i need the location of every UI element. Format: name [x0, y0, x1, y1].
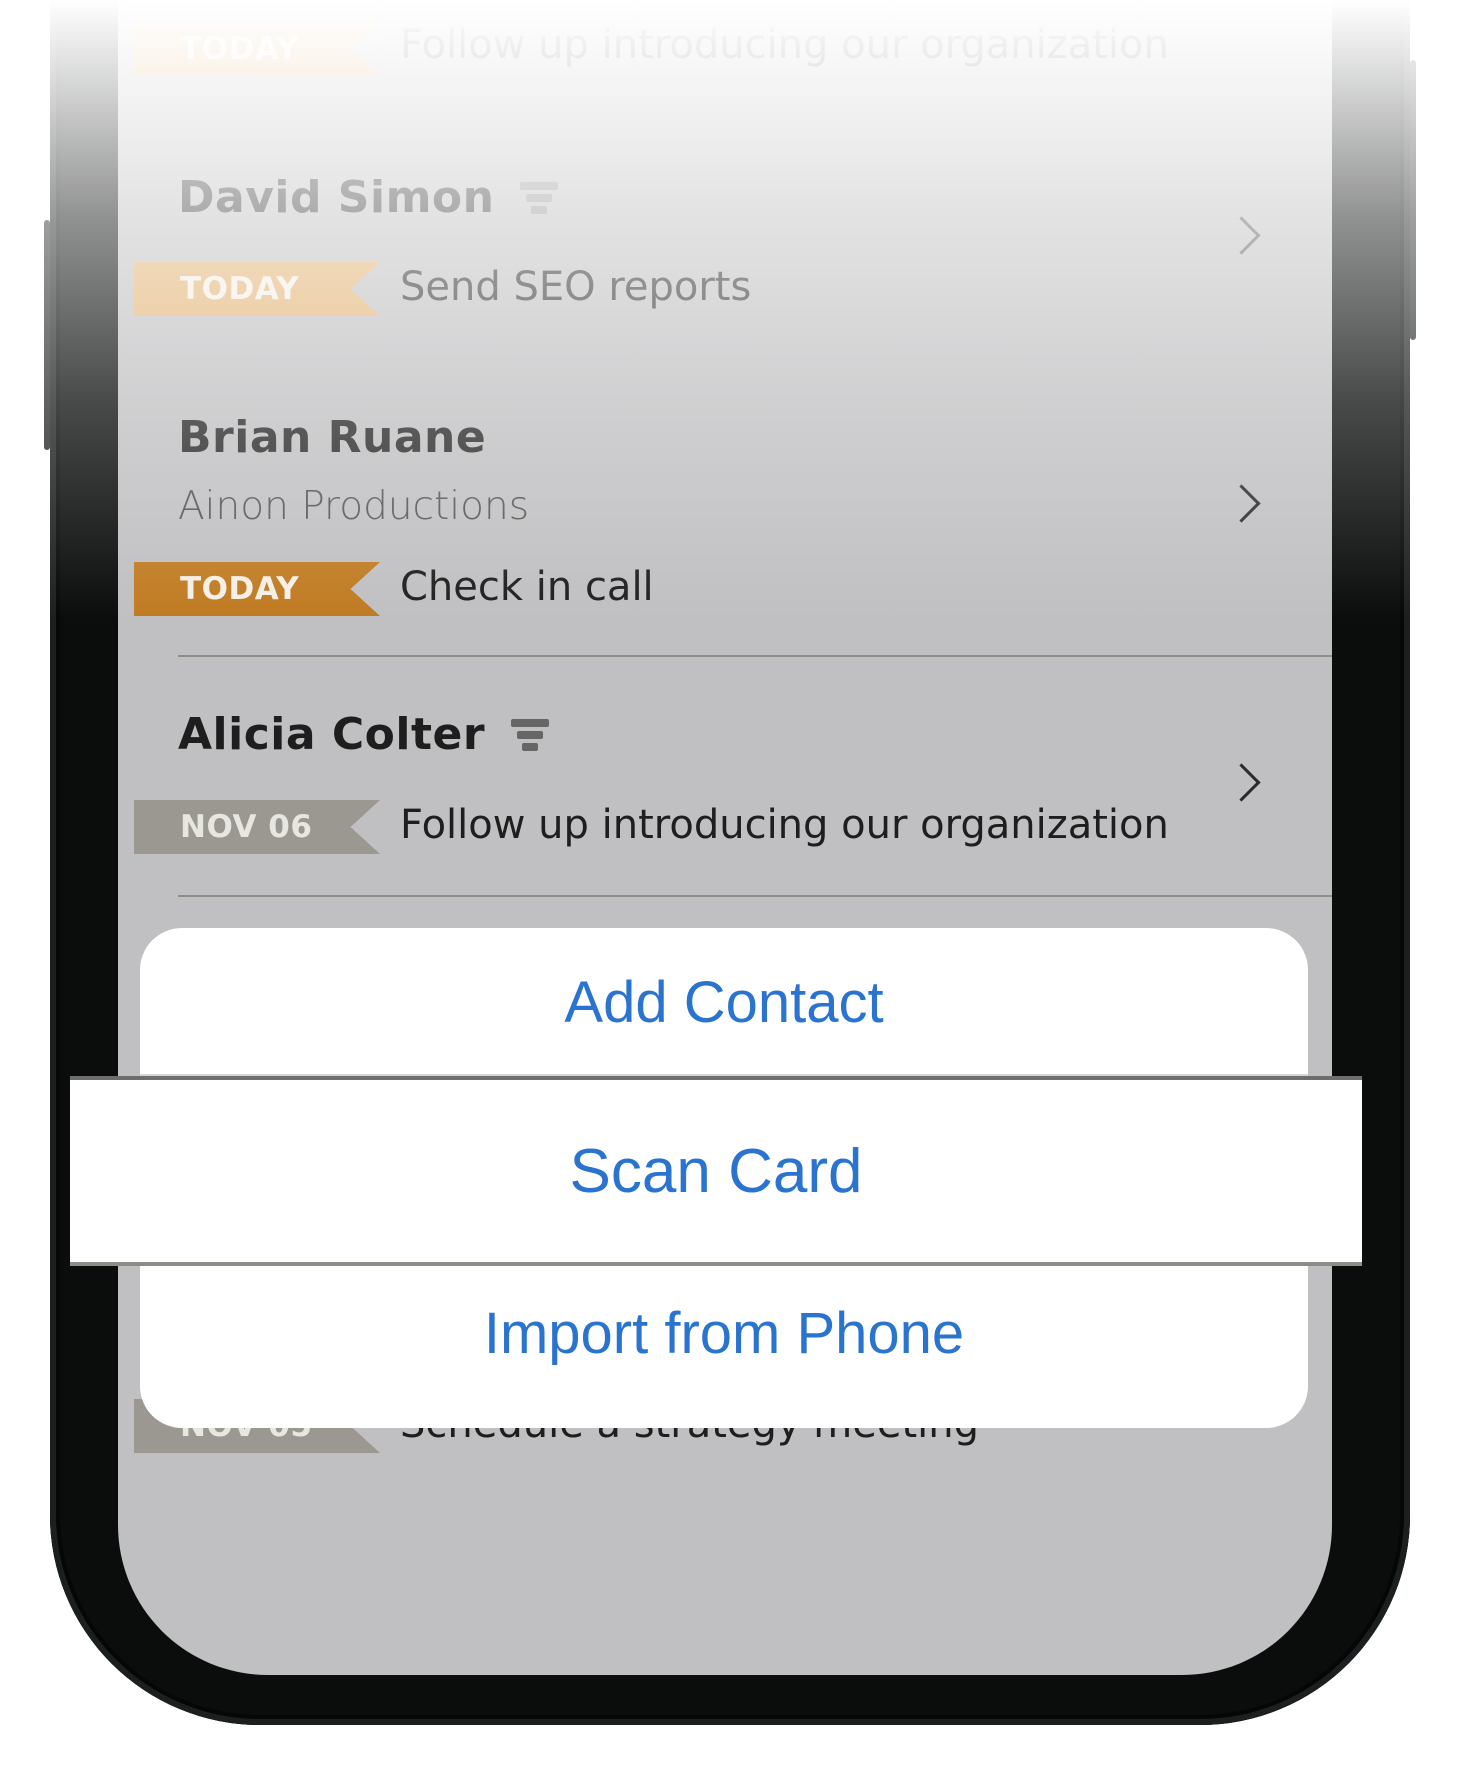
- contact-name: Brian Ruane: [178, 412, 486, 463]
- funnel-icon: [511, 718, 550, 751]
- contact-row-faded[interactable]: TODAY Follow up introducing our organiza…: [118, 0, 1332, 120]
- phone-side-button-left: [44, 220, 50, 450]
- contact-name: David Simon: [178, 172, 559, 223]
- due-badge: TODAY: [134, 22, 380, 76]
- add-contact-button[interactable]: Add Contact: [140, 928, 1308, 1076]
- contact-name-text: Alicia Colter: [178, 709, 486, 760]
- task-text: Send SEO reports: [400, 264, 752, 310]
- contact-row-brian-ruane[interactable]: Brian Ruane Ainon Productions TODAY Chec…: [118, 360, 1332, 655]
- contact-row-alicia-colter[interactable]: Alicia Colter NOV 06 Follow up introduci…: [118, 657, 1332, 897]
- chevron-right-icon: [1222, 763, 1261, 802]
- chevron-right-icon: [1222, 484, 1261, 523]
- task-text: Follow up introducing our organization: [400, 802, 1169, 848]
- contact-name-text: Brian Ruane: [178, 412, 487, 463]
- import-from-phone-button[interactable]: Import from Phone: [140, 1263, 1308, 1403]
- phone-side-button-right: [1410, 60, 1416, 340]
- contact-name: Alicia Colter: [178, 709, 550, 760]
- due-badge: TODAY: [134, 262, 380, 316]
- scan-card-button[interactable]: Scan Card: [70, 1080, 1362, 1262]
- task-text: Follow up introducing our organization: [400, 22, 1169, 68]
- funnel-icon: [520, 181, 559, 214]
- contact-row-david-simon[interactable]: David Simon TODAY Send SEO reports: [118, 120, 1332, 320]
- task-text: Check in call: [400, 564, 654, 610]
- due-badge: NOV 06: [134, 800, 380, 854]
- chevron-right-icon: [1222, 216, 1261, 255]
- due-badge: TODAY: [134, 562, 380, 616]
- company-name: Ainon Productions: [178, 484, 530, 529]
- contact-name-text: David Simon: [178, 172, 495, 223]
